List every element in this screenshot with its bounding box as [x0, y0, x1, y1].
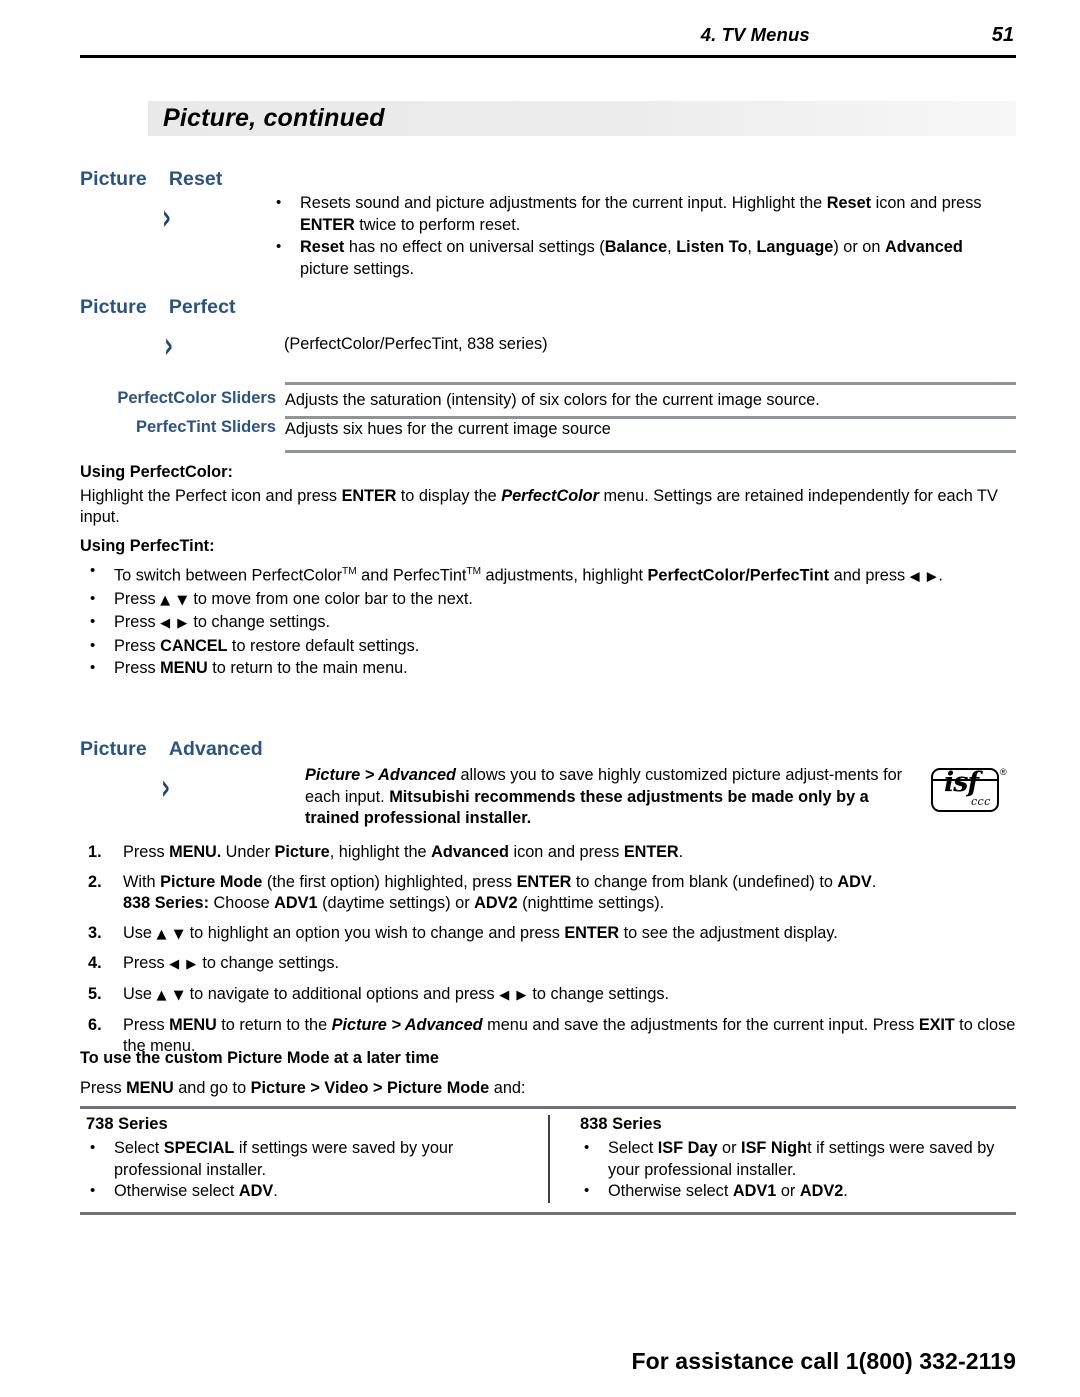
slider-row: PerfecTint Sliders Adjusts six hues for … [80, 411, 1016, 440]
isf-wordmark: isf [944, 767, 979, 798]
chevron-right-icon: › [162, 196, 172, 239]
using-perfectint-heading: Using PerfecTint: [80, 537, 215, 555]
picture-perfect-heading: Picture Perfect › [80, 296, 236, 364]
chapter-title: 4. TV Menus [700, 24, 810, 45]
series-table-top-rule [80, 1106, 1016, 1109]
reset-bullet: Resets sound and picture adjustments for… [266, 192, 1014, 236]
breadcrumb-picture: Picture [80, 296, 147, 318]
advanced-step: With Picture Mode (the first option) hig… [88, 872, 877, 913]
slider-rule [285, 450, 1016, 453]
series-table-bottom-rule [80, 1212, 1016, 1215]
header-rule [80, 55, 1016, 58]
section-title: Picture, continued [163, 104, 385, 132]
series-bullet-list: Select ISF Day or ISF Night if settings … [574, 1137, 998, 1203]
picture-reset-heading: Picture Reset › [80, 168, 223, 236]
isf-ccc-logo: isf ccc ® [931, 767, 1007, 816]
slider-description: Adjusts the saturation (intensity) of si… [285, 391, 820, 409]
reset-bullet: Reset has no effect on universal setting… [266, 236, 1014, 280]
perfectint-bullet: To switch between PerfectColorTM and Per… [80, 560, 1016, 588]
perfectint-bullet: Press ◀ ▶ to change settings. [80, 611, 1016, 635]
advanced-step: Press ◀ ▶ to change settings. [88, 953, 339, 974]
series-bullet: Select SPECIAL if settings were saved by… [80, 1137, 530, 1181]
advanced-step: Use ▲ ▼ to highlight an option you wish … [88, 923, 838, 944]
perfectint-bullet-list: To switch between PerfectColorTM and Per… [80, 560, 1016, 680]
slider-row: PerfectColor Sliders Adjusts the saturat… [80, 382, 1016, 411]
series-bullet: Otherwise select ADV. [80, 1180, 530, 1203]
perfectint-bullet: Press MENU to return to the main menu. [80, 657, 1016, 680]
breadcrumb-picture: Picture [80, 738, 147, 760]
breadcrumb-perfect: Perfect [168, 296, 236, 318]
using-perfectcolor-paragraph: Highlight the Perfect icon and press ENT… [80, 486, 998, 527]
using-perfectcolor-block: Using PerfectColor: Highlight the Perfec… [80, 462, 1016, 529]
series-bullet-list: Select SPECIAL if settings were saved by… [80, 1137, 530, 1203]
slider-description: Adjusts six hues for the current image s… [285, 420, 611, 438]
slider-label: PerfecTint Sliders [135, 418, 276, 436]
series-column-838: 838 Series Select ISF Day or ISF Night i… [548, 1115, 1016, 1203]
reset-bullet-list: Resets sound and picture adjustments for… [266, 192, 1014, 281]
perfectint-bullet: Press ▲ ▼ to move from one color bar to … [80, 588, 1016, 612]
breadcrumb-picture: Picture [80, 168, 147, 190]
advanced-intro-text: Picture > Advanced allows you to save hi… [305, 766, 903, 828]
chevron-right-icon: › [161, 766, 171, 809]
custom-mode-instruction: Press MENU and go to Picture > Video > P… [80, 1078, 526, 1097]
document-page: 4. TV Menus 51 Picture, continued Pictur… [0, 0, 1080, 1397]
breadcrumb-advanced: Advanced [168, 738, 263, 760]
advanced-steps: Press MENU. Under Picture, highlight the… [80, 842, 1016, 1066]
using-perfectcolor-heading: Using PerfectColor: [80, 463, 233, 481]
registered-trademark-icon: ® [1000, 767, 1007, 777]
using-perfectint-block: Using PerfecTint: To switch between Perf… [80, 536, 1016, 681]
advanced-step: Press MENU. Under Picture, highlight the… [88, 842, 684, 863]
chevron-right-icon: › [164, 324, 174, 367]
series-bullet: Select ISF Day or ISF Night if settings … [574, 1137, 998, 1181]
series-table: 738 Series Select SPECIAL if settings we… [80, 1106, 1016, 1215]
series-column-heading: 838 Series [580, 1115, 662, 1133]
slider-label: PerfectColor Sliders [117, 389, 276, 407]
advanced-step: Use ▲ ▼ to navigate to additional option… [88, 984, 670, 1005]
perfect-note: (PerfectColor/PerfecTint, 838 series) [284, 335, 548, 353]
perfectint-bullet: Press CANCEL to restore default settings… [80, 635, 1016, 658]
breadcrumb-reset: Reset [168, 168, 223, 190]
page-number: 51 [991, 24, 1014, 46]
series-column-heading: 738 Series [86, 1115, 168, 1133]
picture-advanced-heading: Picture Advanced › [80, 738, 263, 806]
slider-table: PerfectColor Sliders Adjusts the saturat… [80, 382, 1016, 453]
isf-ccc-subtext: ccc [971, 795, 991, 808]
series-column-738: 738 Series Select SPECIAL if settings we… [80, 1115, 548, 1203]
series-bullet: Otherwise select ADV1 or ADV2. [574, 1180, 998, 1203]
custom-mode-block: To use the custom Picture Mode at a late… [80, 1048, 1016, 1099]
page-footer: For assistance call 1(800) 332-2119 [631, 1348, 1016, 1374]
custom-mode-heading: To use the custom Picture Mode at a late… [80, 1049, 439, 1067]
running-header: 4. TV Menus 51 [80, 24, 1016, 58]
